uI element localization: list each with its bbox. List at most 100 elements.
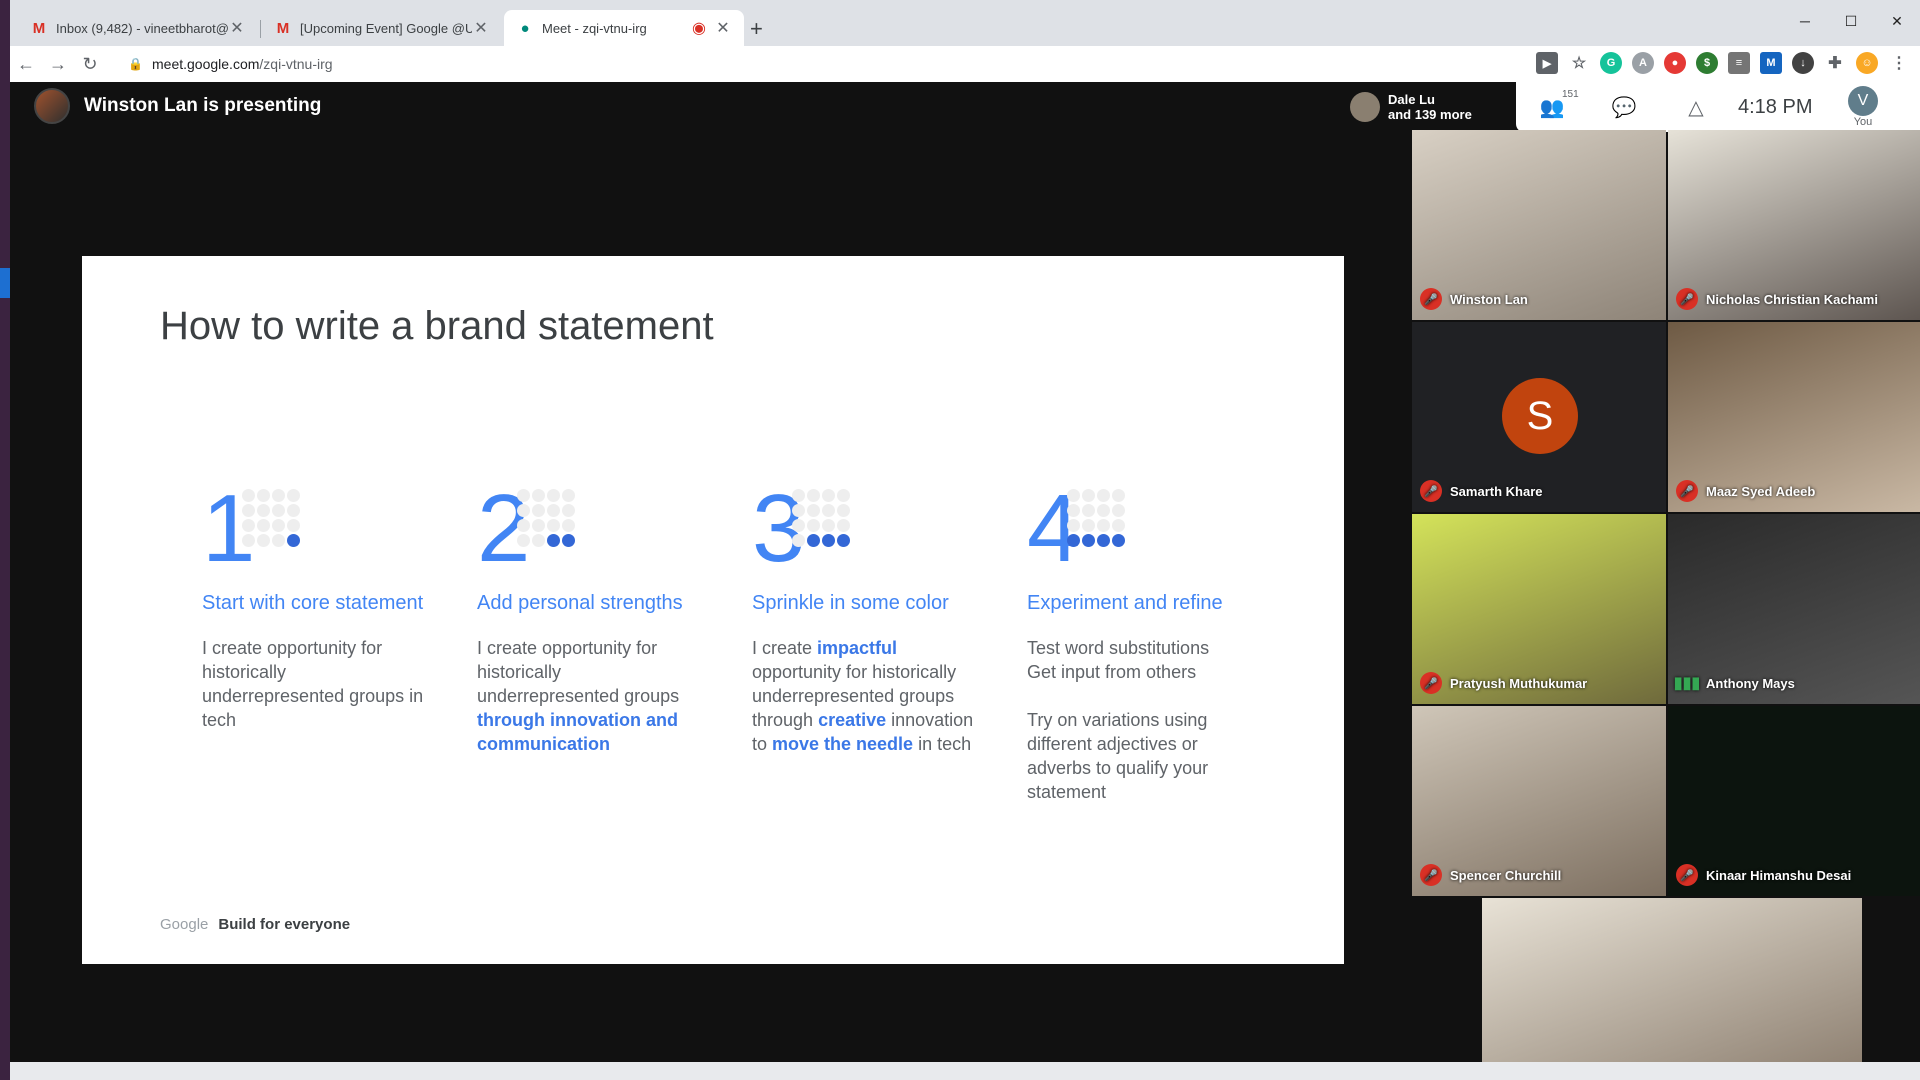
avatar	[1350, 92, 1380, 122]
people-icon: 👥	[1539, 96, 1565, 119]
step-1: 1 Start with core statement I create opp…	[202, 481, 432, 732]
mic-off-icon: 🎤	[1420, 288, 1442, 310]
step-title: Sprinkle in some color	[752, 592, 949, 614]
gmail-icon: M	[32, 19, 46, 37]
activities-button[interactable]: △	[1660, 95, 1732, 120]
minimize-button[interactable]: ─	[1782, 4, 1828, 38]
slide-dot	[1082, 504, 1095, 517]
participant-name: Spencer Churchill	[1450, 867, 1562, 883]
tab-inbox[interactable]: M Inbox (9,482) - vineetbharot@gm ✕	[18, 10, 258, 46]
slide-dot	[1097, 519, 1110, 532]
slide-dot	[822, 519, 835, 532]
slide-dot	[272, 504, 285, 517]
self-video-tile[interactable]	[1482, 898, 1862, 1080]
slide-dot	[242, 519, 255, 532]
participant-tile[interactable]: 🎤 Pratyush Muthukumar	[1412, 514, 1666, 704]
participant-tile[interactable]: 🎤 Winston Lan	[1412, 130, 1666, 320]
slide-dot	[517, 534, 530, 547]
people-button[interactable]: 👥 151	[1516, 89, 1588, 120]
close-icon[interactable]: ✕	[472, 18, 490, 38]
participant-tile[interactable]: 🎤 Maaz Syed Adeeb	[1668, 322, 1920, 512]
meet-controls: 👥 151 💬 △ 4:18 PM V You	[1516, 82, 1920, 132]
google-logo: Google	[160, 916, 209, 933]
participant-tile[interactable]: S 🎤 Samarth Khare	[1412, 322, 1666, 512]
participant-tile[interactable]: 🎤 Kinaar Himanshu Desai	[1668, 706, 1920, 896]
menu-icon[interactable]: ⋮	[1888, 52, 1910, 74]
stop-icon[interactable]: ●	[1664, 52, 1686, 74]
more-participants[interactable]: Dale Lu and 139 more	[1340, 84, 1510, 130]
address-bar[interactable]: 🔒 meet.google.com/zqi-vtnu-irg	[128, 50, 1518, 78]
slide-title: How to write a brand statement	[160, 304, 714, 348]
slide-dot	[242, 504, 255, 517]
slide-dot	[287, 519, 300, 532]
footer-tagline: Build for everyone	[218, 916, 351, 933]
slide-dot	[807, 534, 820, 547]
star-icon[interactable]: ☆	[1568, 52, 1590, 74]
extension-icons: ▶ ☆ G A ● $ ≡ M ↓ ✚ ☺ ⋮	[1536, 52, 1910, 74]
tab-strip: M Inbox (9,482) - vineetbharot@gm ✕ M [U…	[10, 4, 1920, 46]
slide-dot	[547, 489, 560, 502]
step-number: 1	[202, 481, 432, 581]
slide-dot	[257, 519, 270, 532]
participant-tile[interactable]: ▮▮▮ Anthony Mays	[1668, 514, 1920, 704]
mic-off-icon: 🎤	[1420, 672, 1442, 694]
slide-dot	[792, 489, 805, 502]
list-icon[interactable]: ≡	[1728, 52, 1750, 74]
slide-dot	[822, 534, 835, 547]
chat-button[interactable]: 💬	[1588, 95, 1660, 120]
step-number: 2	[477, 481, 707, 581]
tab-meet[interactable]: ● Meet - zqi-vtnu-irg ◉ ✕	[504, 10, 744, 46]
status-bar	[10, 1062, 1920, 1080]
mic-off-icon: 🎤	[1420, 480, 1442, 502]
you-label: You	[1853, 116, 1873, 128]
slide-dot	[1112, 519, 1125, 532]
puzzle-icon[interactable]: ✚	[1824, 52, 1846, 74]
step-title: Start with core statement	[202, 592, 424, 614]
meet-icon: ●	[520, 19, 530, 37]
slide-dot	[532, 519, 545, 532]
mic-off-icon: 🎤	[1676, 864, 1698, 886]
shapes-icon: △	[1688, 96, 1704, 119]
step-body: I create opportunity for historically un…	[477, 638, 680, 754]
dot-grid	[1067, 489, 1125, 547]
close-icon[interactable]: ✕	[228, 18, 246, 38]
slide-dot	[1112, 534, 1125, 547]
step-4: 4 Experiment and refine Test word substi…	[1027, 481, 1257, 804]
slide-dot	[287, 534, 300, 547]
slide-dot	[562, 504, 575, 517]
profile-icon[interactable]: ☺	[1856, 52, 1878, 74]
close-icon[interactable]: ✕	[714, 18, 732, 38]
m-extension-icon[interactable]: M	[1760, 52, 1782, 74]
slide-dot	[1082, 489, 1095, 502]
tab-label: Inbox (9,482) - vineetbharot@gm	[56, 20, 228, 36]
adblock-icon[interactable]: A	[1632, 52, 1654, 74]
slide-dot	[837, 519, 850, 532]
browser-toolbar: ← → ↻ 🔒 meet.google.com/zqi-vtnu-irg ▶ ☆…	[10, 46, 1920, 82]
step-2: 2 Add personal strengths I create opport…	[477, 481, 707, 756]
step-body: Test word substitutions Get input from o…	[1027, 638, 1210, 802]
slide-dot	[272, 519, 285, 532]
forward-icon[interactable]: →	[42, 54, 74, 75]
camera-icon[interactable]: ▶	[1536, 52, 1558, 74]
more-people-name: Dale Lu	[1388, 92, 1435, 107]
dot-grid	[792, 489, 850, 547]
slide-dot	[547, 504, 560, 517]
slide-dot	[807, 519, 820, 532]
slide-dot	[1112, 489, 1125, 502]
gmail-icon: M	[276, 19, 290, 37]
participant-tile[interactable]: 🎤 Nicholas Christian Kachami	[1668, 130, 1920, 320]
download-icon[interactable]: ↓	[1792, 52, 1814, 74]
grammarly-icon[interactable]: G	[1600, 52, 1622, 74]
self-view[interactable]: V You	[1848, 86, 1878, 128]
mic-off-icon: 🎤	[1420, 864, 1442, 886]
tab-upcoming-event[interactable]: M [Upcoming Event] Google @UCI: ✕	[262, 10, 502, 46]
slide-dot	[1067, 534, 1080, 547]
back-icon[interactable]: ←	[10, 54, 42, 75]
maximize-button[interactable]: ☐	[1828, 4, 1874, 38]
new-tab-button[interactable]: +	[750, 16, 763, 42]
reload-icon[interactable]: ↻	[74, 54, 106, 75]
slide-dot	[1067, 504, 1080, 517]
close-window-button[interactable]: ✕	[1874, 4, 1920, 38]
participant-tile[interactable]: 🎤 Spencer Churchill	[1412, 706, 1666, 896]
dollar-icon[interactable]: $	[1696, 52, 1718, 74]
